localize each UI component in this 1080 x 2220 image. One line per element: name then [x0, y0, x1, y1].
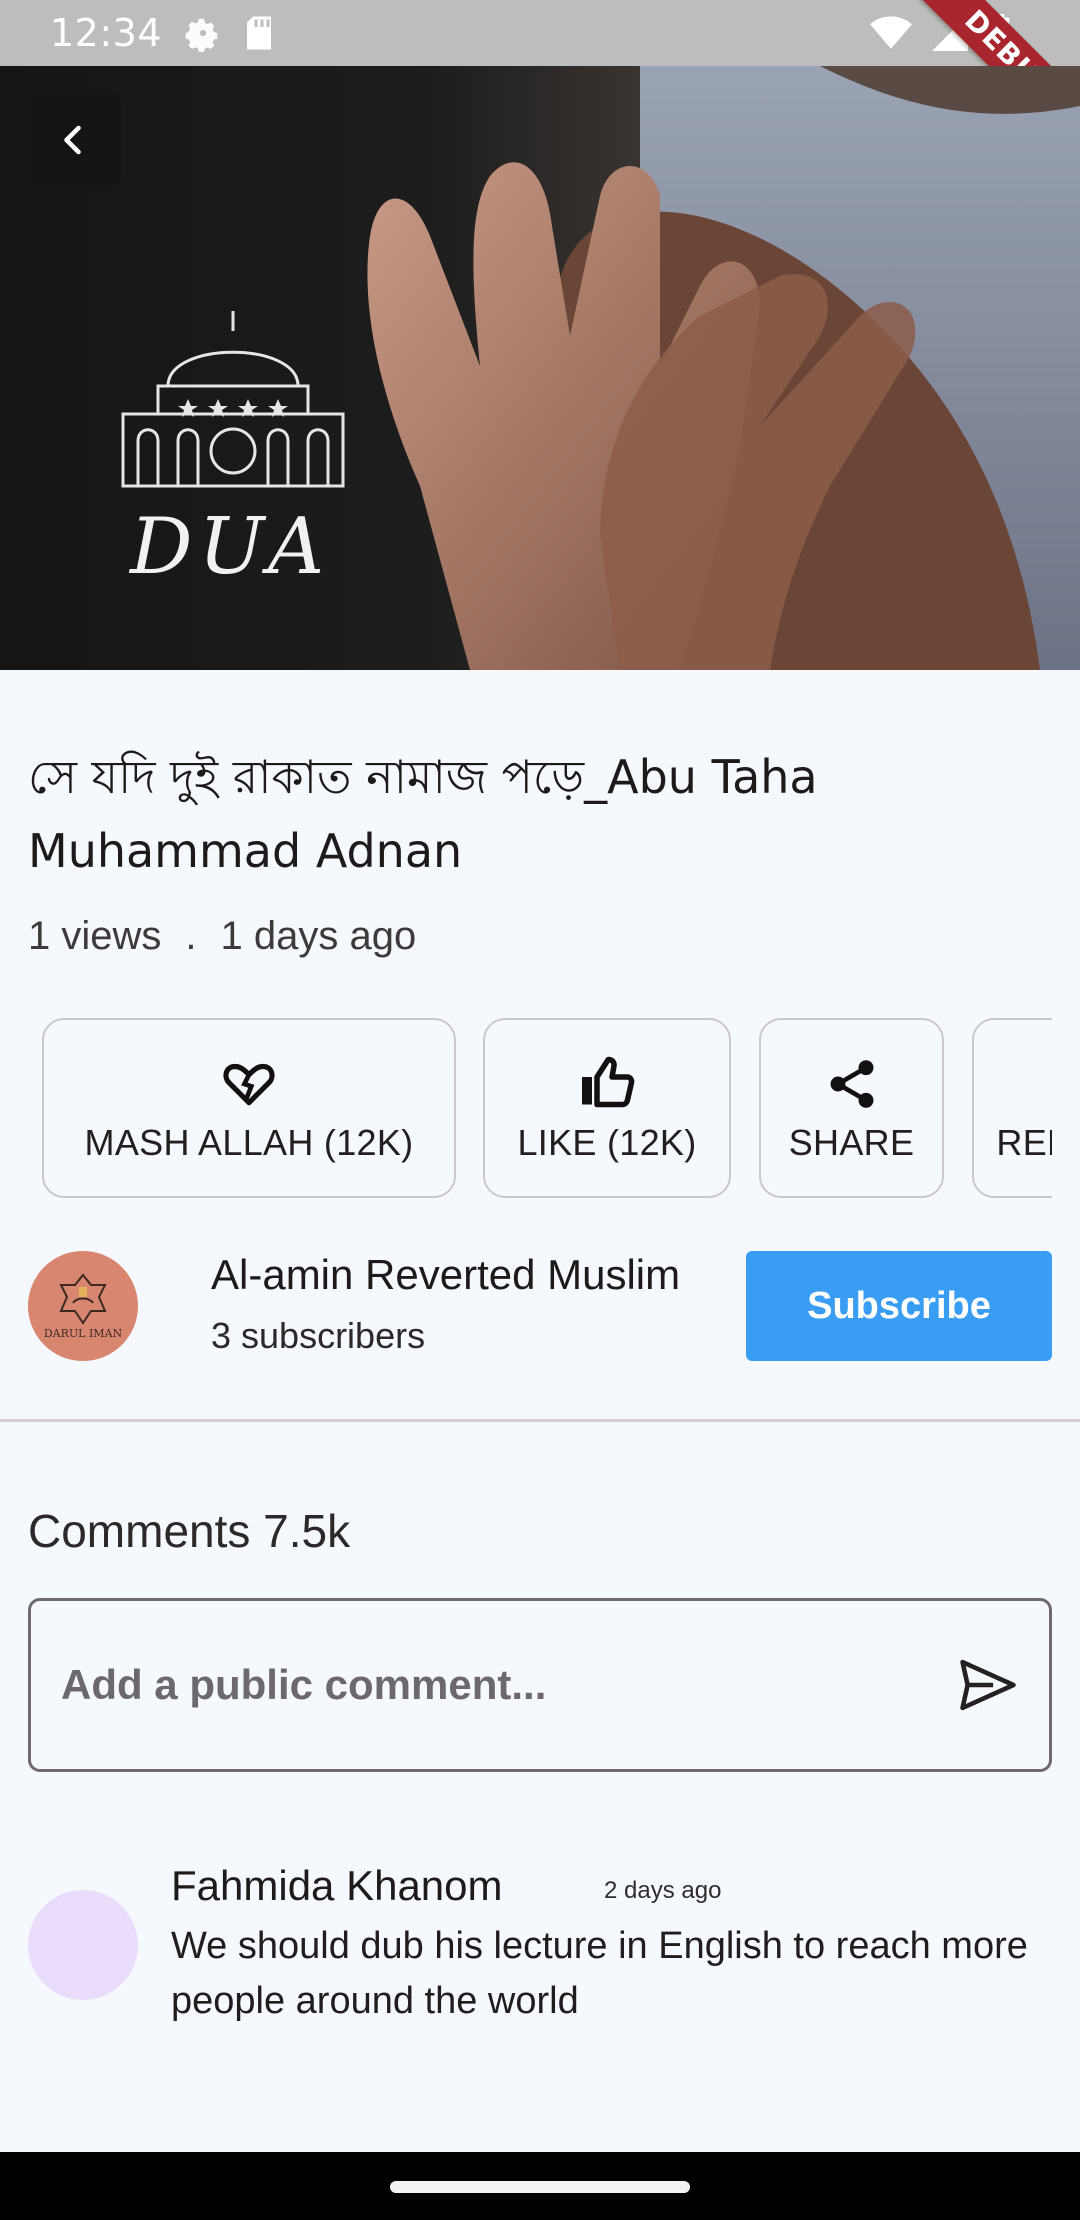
comments-heading: Comments 7.5k: [28, 1505, 351, 1557]
home-gesture-handle[interactable]: [390, 2181, 690, 2193]
meta-separator: .: [185, 914, 197, 958]
comment-input[interactable]: [61, 1661, 941, 1709]
comment-text: We should dub his lecture in English to …: [171, 1925, 1028, 2022]
mash-allah-label: MASH ALLAH (12K): [84, 1122, 414, 1163]
channel-avatar[interactable]: DARUL IMAN: [28, 1251, 138, 1361]
channel-avatar-text: DARUL IMAN: [43, 1326, 123, 1340]
darul-iman-logo-icon: [59, 1272, 107, 1325]
subscriber-count: 3 subscribers: [211, 1315, 426, 1356]
settings-gear-icon: [184, 14, 222, 52]
send-icon[interactable]: [957, 1657, 1019, 1718]
broken-heart-icon: [221, 1052, 277, 1112]
share-button[interactable]: SHARE: [759, 1018, 944, 1198]
status-time: 12:34: [50, 11, 163, 55]
share-label: SHARE: [788, 1122, 915, 1163]
subscribe-button[interactable]: Subscribe: [746, 1251, 1052, 1361]
video-meta: 1 views . 1 days ago: [28, 914, 416, 959]
comment-author[interactable]: Fahmida Khanom: [171, 1862, 503, 1910]
comment-input-box[interactable]: [28, 1598, 1052, 1772]
thumbs-up-icon: [577, 1052, 637, 1112]
commenter-avatar[interactable]: [28, 1890, 138, 2000]
wifi-icon: [870, 15, 912, 61]
view-count: 1 views: [28, 914, 162, 958]
report-label: REPORT: [996, 1122, 1052, 1163]
report-button[interactable]: REPORT: [972, 1018, 1052, 1198]
mash-allah-button[interactable]: MASH ALLAH (12K): [42, 1018, 456, 1198]
mosque-logo-icon: [121, 311, 345, 488]
share-icon: [824, 1052, 880, 1112]
section-divider: [0, 1419, 1080, 1422]
video-detail-screen: 12:34 DEBUG DUA সে যদি দুই রাকাত নামাজ প…: [0, 0, 1080, 2220]
chevron-left-icon: [64, 125, 81, 155]
channel-name[interactable]: Al-amin Reverted Muslim: [211, 1251, 680, 1299]
back-button[interactable]: [27, 94, 121, 186]
like-button[interactable]: LIKE (12K): [483, 1018, 731, 1198]
upload-age: 1 days ago: [220, 914, 417, 958]
like-label: LIKE (12K): [517, 1122, 697, 1163]
comment-timestamp: 2 days ago: [604, 1877, 722, 1904]
sd-card-icon: [244, 15, 274, 51]
video-thumbnail[interactable]: DUA: [0, 66, 1080, 670]
video-title: সে যদি দুই রাকাত নামাজ পড়ে_Abu Taha Muh…: [28, 750, 818, 878]
action-bar: MASH ALLAH (12K) LIKE (12K) SHARE REPORT: [42, 1018, 1052, 1200]
thumbnail-title-text: DUA: [130, 502, 331, 592]
status-bar: 12:34 DEBUG: [0, 0, 1080, 164]
